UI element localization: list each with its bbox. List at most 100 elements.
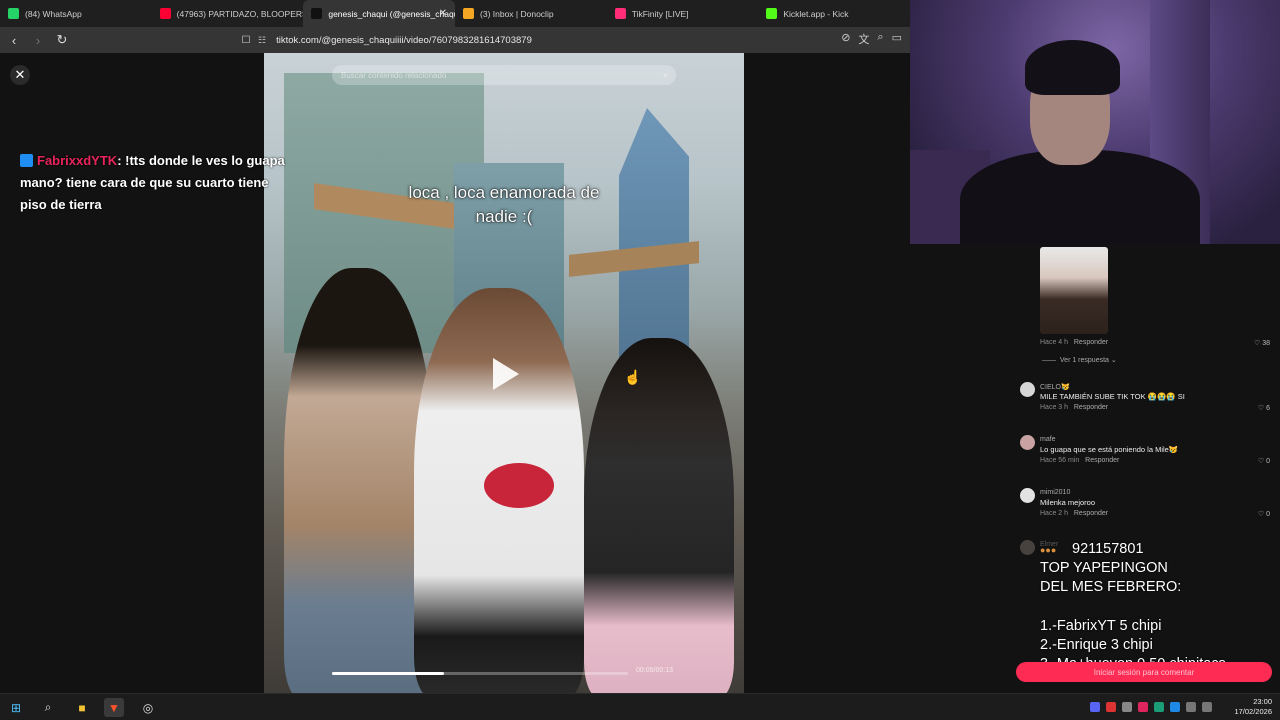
video-progress-bar[interactable] <box>332 672 628 675</box>
browser-tab[interactable]: (84) WhatsApp <box>0 0 152 27</box>
comment-likes[interactable]: ♡ 0 <box>1258 457 1270 465</box>
video-player[interactable]: Buscar contenido relacionado ⌕ loca , lo… <box>264 53 744 693</box>
browser-tab-title: (47963) PARTIDAZO, BLOOPERS Y EM <box>176 8 304 19</box>
reply-link[interactable]: Responder <box>1074 510 1108 517</box>
comment-text: Lo guapa que se está poniendo la Mile😿 <box>1040 445 1179 454</box>
comment-text: MILE TAMBIÉN SUBE TIK TOK 😭😭😭 SI <box>1040 392 1185 401</box>
video-frame-person <box>584 338 734 693</box>
comment-time: Hace 3 h <box>1040 404 1069 411</box>
cast-icon[interactable]: ▭ <box>892 31 902 47</box>
comment-text: Milenka mejoroo <box>1040 498 1096 507</box>
search-icon[interactable]: ⌕ <box>663 70 668 81</box>
file-explorer-icon[interactable]: ■ <box>72 698 92 717</box>
like-count: 0 <box>1266 511 1270 518</box>
reply-link[interactable]: Responder <box>1085 457 1119 464</box>
heart-icon[interactable]: ♡ <box>1258 405 1266 412</box>
browser-tab-title: (3) Inbox | Donoclip <box>480 8 554 19</box>
comment-time: Hace 2 h <box>1040 510 1069 517</box>
login-to-comment-label: Iniciar sesión para comentar <box>1093 667 1195 677</box>
screen: (84) WhatsApp (47963) PARTIDAZO, BLOOPERS… <box>0 0 1280 720</box>
bear-emoji-icon: ●●● <box>1040 545 1057 555</box>
browser-tab-title: genesis_chaqui (@genesis_chaqu <box>328 8 456 19</box>
url-text: tiktok.com/@genesis_chaquiiii/video/7607… <box>276 34 532 46</box>
view-replies-link[interactable]: —— Ver 1 respuesta ⌄ <box>1042 356 1117 364</box>
volume-tray-icon[interactable] <box>1202 702 1212 712</box>
comment-avatar[interactable] <box>1020 435 1035 450</box>
start-windows-icon[interactable]: ⊞ <box>6 698 26 717</box>
play-icon[interactable] <box>493 358 519 390</box>
login-to-comment-button[interactable]: Iniciar sesión para comentar <box>1016 662 1272 682</box>
obs-studio-icon[interactable]: ◎ <box>138 698 158 717</box>
microphone-tray-icon[interactable] <box>1106 702 1116 712</box>
taskbar-clock[interactable]: 23:00 17/02/2026 <box>1234 697 1272 717</box>
browser-tab[interactable]: (47963) PARTIDAZO, BLOOPERS Y EM <box>152 0 304 27</box>
discord-tray-icon[interactable] <box>1090 702 1100 712</box>
comment-likes[interactable]: ♡ 38 <box>1254 339 1270 347</box>
address-bar[interactable]: ☷ tiktok.com/@genesis_chaquiiii/video/76… <box>258 30 858 50</box>
video-progress-fill <box>332 672 445 675</box>
comment-avatar[interactable] <box>1020 382 1035 397</box>
video-timecode: 00:05/00:13 <box>636 667 673 674</box>
network-tray-icon[interactable] <box>1186 702 1196 712</box>
webcam-feed <box>910 0 1280 244</box>
browser-tab[interactable]: TikFinity [LIVE] <box>607 0 759 27</box>
app-tray-icon[interactable] <box>1154 702 1164 712</box>
clock-time: 23:00 <box>1253 697 1272 706</box>
steam-tray-icon[interactable] <box>1170 702 1180 712</box>
translate-icon[interactable]: 文 <box>858 31 869 47</box>
overlay-ranking-line: TOP YAPEPINGON <box>1040 560 1168 576</box>
shirt-graphic <box>484 463 554 508</box>
browser-tab-bar: (84) WhatsApp (47963) PARTIDAZO, BLOOPERS… <box>0 0 910 27</box>
like-count: 6 <box>1266 405 1270 412</box>
related-search-placeholder: Buscar contenido relacionado <box>341 70 447 80</box>
overlay-ranking-line: 2.-Enrique 3 chipi <box>1040 637 1153 653</box>
heart-icon[interactable]: ♡ <box>1258 458 1266 465</box>
comment-image-thumbnail[interactable] <box>1040 247 1108 334</box>
site-info-icon[interactable]: ☷ <box>258 35 266 46</box>
heart-icon[interactable]: ♡ <box>1258 511 1266 518</box>
clock-date: 17/02/2026 <box>1234 707 1272 716</box>
close-tab-icon[interactable]: ✕ <box>439 8 447 19</box>
reply-link[interactable]: Responder <box>1074 404 1108 411</box>
browser-toolbar: ‹ › ↻ ☐ ☷ tiktok.com/@genesis_chaquiiii/… <box>0 27 910 53</box>
comment-author[interactable]: CIELO😿 <box>1040 383 1070 391</box>
brave-browser-icon[interactable]: ▼ <box>104 698 124 717</box>
hand-cursor-icon: ☝ <box>624 369 642 385</box>
browser-tab[interactable]: genesis_chaqui (@genesis_chaqu ✕ <box>303 0 456 27</box>
zoom-icon[interactable]: ⌕ <box>877 31 883 47</box>
search-icon[interactable]: ⌕ <box>38 698 58 717</box>
browser-tab[interactable]: (3) Inbox | Donoclip <box>455 0 607 27</box>
toolbar-actions: ⊘ 文 ⌕ ▭ <box>841 31 902 47</box>
kicklet-icon <box>766 8 778 19</box>
comment-author[interactable]: mafe <box>1040 436 1056 443</box>
reply-link[interactable]: Responder <box>1074 339 1108 346</box>
forward-icon[interactable]: › <box>28 30 48 50</box>
back-icon[interactable]: ‹ <box>4 30 24 50</box>
chat-username: FabrixxdYTK <box>37 153 118 168</box>
comment-author[interactable]: mimi2010 <box>1040 489 1070 496</box>
tikfinity-icon <box>614 8 626 19</box>
chat-tts-message: FabrixxdYTK: !tts donde le ves lo guapa … <box>20 150 295 216</box>
video-caption: loca , loca enamorada de nadie :( <box>408 183 600 226</box>
comment-avatar[interactable] <box>1020 488 1035 503</box>
browser-tab[interactable]: Kicklet.app - Kick <box>758 0 910 27</box>
reload-icon[interactable]: ↻ <box>52 30 72 50</box>
app-tray-icon[interactable] <box>1138 702 1148 712</box>
view-replies-label: Ver 1 respuesta <box>1059 357 1109 364</box>
comment-likes[interactable]: ♡ 0 <box>1258 510 1270 518</box>
taskbar: ⊞ ⌕ ■ ▼ ◎ 23:00 17/02/2026 <box>0 693 1280 720</box>
video-frame-person <box>284 268 434 693</box>
comment-meta: Hace 56 min Responder <box>1040 457 1119 464</box>
obs-tray-icon[interactable] <box>1122 702 1132 712</box>
bookmark-icon[interactable]: ☐ <box>236 30 256 50</box>
tiktok-icon <box>311 8 323 19</box>
browser-tab-title: (84) WhatsApp <box>25 8 82 19</box>
kick-bot-icon <box>20 154 33 167</box>
tracking-protection-icon[interactable]: ⊘ <box>841 31 850 47</box>
browser-tab-title: Kicklet.app - Kick <box>783 8 849 19</box>
related-search-input[interactable]: Buscar contenido relacionado ⌕ <box>332 65 676 85</box>
comment-likes[interactable]: ♡ 6 <box>1258 404 1270 412</box>
donoclip-icon <box>463 8 475 19</box>
close-icon[interactable]: ✕ <box>10 65 30 85</box>
comment-meta: Hace 2 h Responder <box>1040 510 1108 517</box>
